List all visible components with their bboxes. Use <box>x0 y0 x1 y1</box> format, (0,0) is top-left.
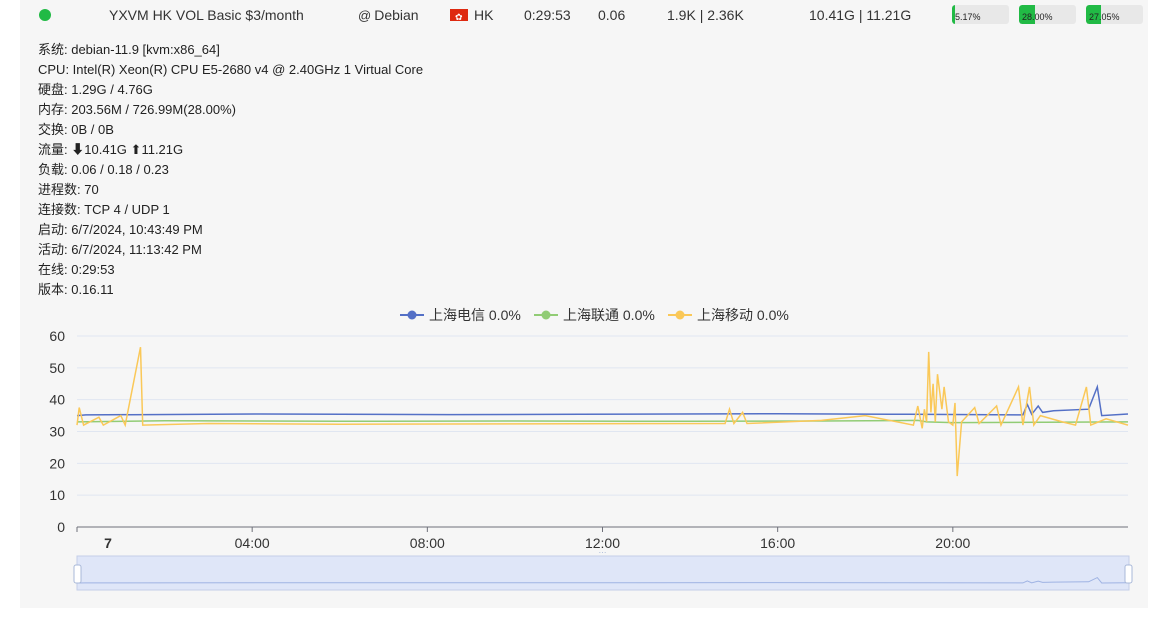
x-tick-label: 04:00 <box>235 535 270 551</box>
y-tick-label: 40 <box>49 392 65 408</box>
traffic-total: 10.41G | 11.21G <box>809 7 912 23</box>
uptime: 0:29:53 <box>524 7 571 23</box>
legend-item-1: 上海电信 0.0% <box>400 307 521 323</box>
server-name: YXVM HK VOL Basic $3/month <box>109 7 304 23</box>
x-tick-label: 7 <box>104 535 112 551</box>
x-tick-label: 16:00 <box>760 535 795 551</box>
os-name: Debian <box>374 7 419 23</box>
zoom-handle-left[interactable] <box>73 564 82 584</box>
hk-flag-icon <box>450 8 468 26</box>
zoom-slider-background <box>76 555 1130 591</box>
cpu-usage-bar: 5.17% <box>952 5 1009 24</box>
legend-item-2: 上海联通 0.0% <box>534 307 655 323</box>
online-status-icon <box>39 9 51 21</box>
legend-marker <box>675 310 685 320</box>
disk-usage-label: 27.05% <box>1089 12 1120 22</box>
legend-item-3: 上海移动 0.0% <box>668 307 789 323</box>
y-tick-label: 10 <box>49 487 65 503</box>
y-tick-label: 30 <box>49 424 65 440</box>
y-tick-label: 60 <box>49 328 65 344</box>
network-speed: 1.9K | 2.36K <box>667 7 744 23</box>
legend-label: 上海移动 0.0% <box>697 307 789 323</box>
region-name: HK <box>474 7 494 23</box>
cpu-usage-label: 5.17% <box>955 12 981 22</box>
legend-label: 上海联通 0.0% <box>563 307 655 323</box>
y-tick-label: 50 <box>49 360 65 376</box>
y-tick-label: 20 <box>49 455 65 471</box>
load: 0.06 <box>598 7 626 23</box>
memory-usage-bar: 28.00% <box>1019 5 1076 24</box>
region-cell: HK <box>450 6 494 26</box>
series-line-2 <box>76 419 1129 424</box>
server-row[interactable]: YXVM HK VOL Basic $3/month @Debian HK 0:… <box>20 0 1148 30</box>
x-tick-label: 20:00 <box>935 535 970 551</box>
debian-icon: @ <box>358 8 372 23</box>
memory-usage-label: 28.00% <box>1022 12 1053 22</box>
zoom-drag-grip-icon: ⋯ <box>599 548 607 557</box>
disk-usage-bar: 27.05% <box>1086 5 1143 24</box>
server-detail-panel: 系统: debian-11.9 [kvm:x86_64] CPU: Intel(… <box>20 30 1148 608</box>
latency-chart[interactable]: 01020304050607 04:00 08:00 12:00 16:00 20:00上… <box>20 30 1148 608</box>
legend-label: 上海电信 0.0% <box>429 307 521 323</box>
y-tick-label: 0 <box>57 519 65 535</box>
x-tick-label: 08:00 <box>410 535 445 551</box>
series-line-3 <box>76 346 1129 477</box>
zoom-handle-right[interactable] <box>1124 564 1133 584</box>
legend-marker <box>541 310 551 320</box>
os-cell: @ Debian <box>358 6 419 25</box>
legend-marker <box>407 310 417 320</box>
